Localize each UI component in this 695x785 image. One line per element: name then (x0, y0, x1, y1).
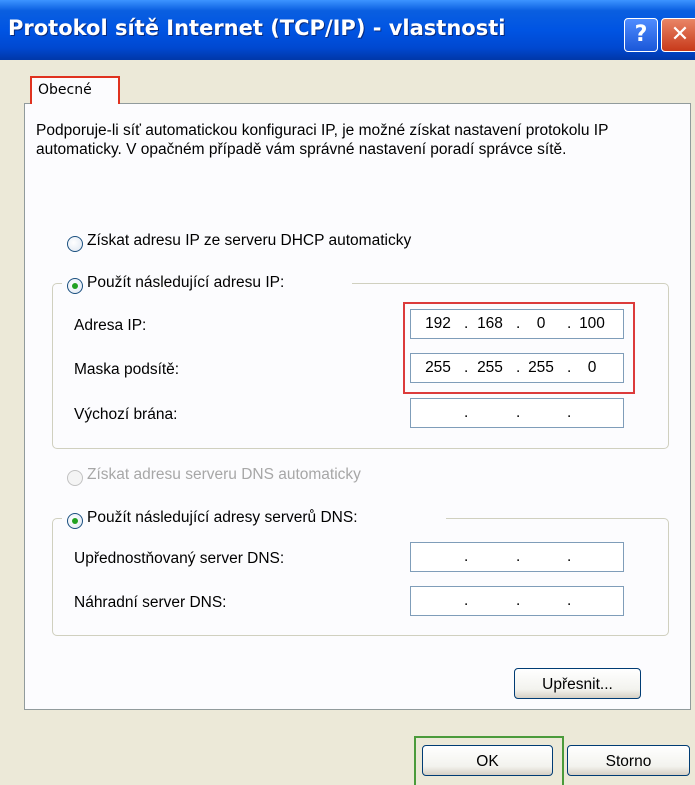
tab-general[interactable]: Obecné (30, 76, 120, 104)
gateway-label: Výchozí brána: (74, 406, 178, 423)
octet-separator: . (567, 592, 572, 609)
octet-separator: . (464, 592, 469, 609)
ip-manual-label[interactable]: Použít následující adresu IP: (87, 274, 284, 292)
tab-general-label: Obecné (38, 82, 92, 98)
window-title: Protokol sítě Internet (TCP/IP) - vlastn… (8, 16, 506, 40)
octet-separator: . (567, 404, 572, 421)
gateway-field[interactable]: . . . (410, 398, 624, 428)
ip-auto-radio[interactable] (67, 236, 83, 252)
octet-separator: . (464, 548, 469, 565)
octet-separator: . (516, 404, 521, 421)
help-button[interactable]: ? (624, 18, 658, 52)
dns-auto-radio[interactable] (67, 470, 83, 486)
octet-separator: . (516, 548, 521, 565)
octet-separator: . (516, 592, 521, 609)
ip-manual-radio[interactable] (67, 278, 83, 294)
alternate-dns-field[interactable]: . . . (410, 586, 624, 616)
octet-separator: . (464, 404, 469, 421)
dns-manual-label[interactable]: Použít následující adresy serverů DNS: (87, 509, 358, 527)
preferred-dns-field[interactable]: . . . (410, 542, 624, 572)
octet-separator: . (567, 548, 572, 565)
title-bar[interactable]: Protokol sítě Internet (TCP/IP) - vlastn… (0, 0, 695, 60)
close-button[interactable]: ✕ (661, 18, 695, 52)
ip-address-label: Adresa IP: (74, 317, 147, 334)
dialog-window: Protokol sítě Internet (TCP/IP) - vlastn… (0, 0, 695, 785)
ip-mask-highlight (403, 302, 635, 394)
cancel-button[interactable]: Storno (567, 745, 690, 776)
advanced-button[interactable]: Upřesnit... (514, 668, 641, 699)
ip-auto-label[interactable]: Získat adresu IP ze serveru DHCP automat… (87, 232, 411, 250)
subnet-mask-label: Maska podsítě: (74, 361, 180, 378)
dns-manual-radio[interactable] (67, 513, 83, 529)
dns-group-box (52, 518, 669, 636)
dns-auto-label[interactable]: Získat adresu serveru DNS automaticky (87, 466, 361, 484)
alternate-dns-label: Náhradní server DNS: (74, 594, 227, 611)
ok-highlight (414, 736, 564, 785)
intro-text: Podporuje-li síť automatickou konfigurac… (36, 122, 609, 158)
preferred-dns-label: Upřednostňovaný server DNS: (74, 550, 285, 567)
